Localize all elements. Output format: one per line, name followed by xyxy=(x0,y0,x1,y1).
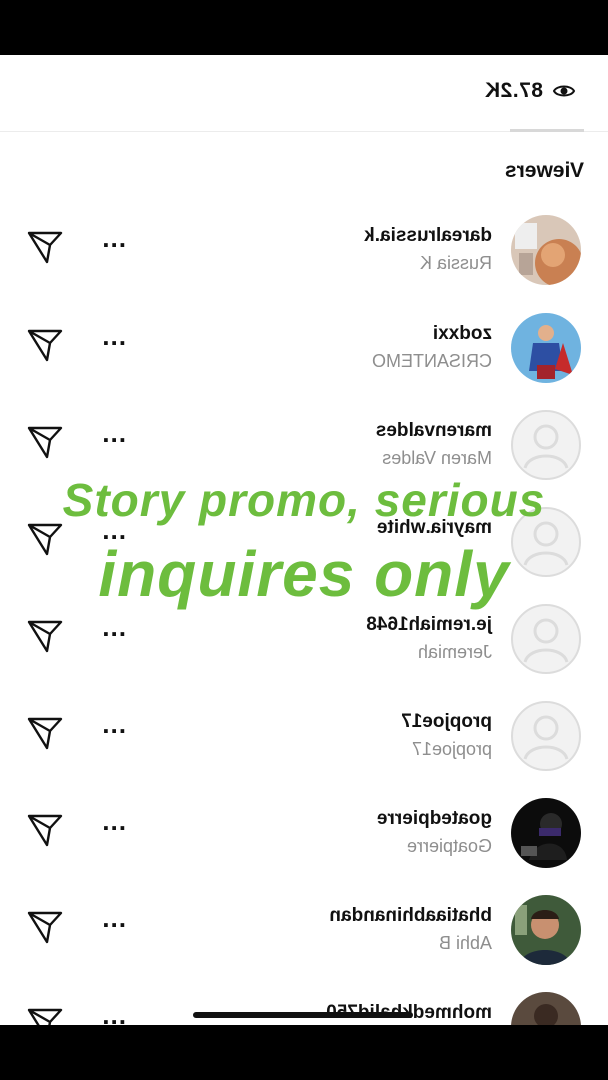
avatar[interactable] xyxy=(511,992,581,1025)
promo-overlay-line2: inquires only xyxy=(98,538,510,610)
viewer-username[interactable]: zodxxi xyxy=(433,323,492,345)
promo-overlay-line1: Story promo, serious xyxy=(62,474,546,526)
more-options-button[interactable]: ... xyxy=(101,321,126,352)
send-icon[interactable] xyxy=(26,812,64,848)
viewer-username[interactable]: propjoe17 xyxy=(401,711,492,733)
more-options-button[interactable]: ... xyxy=(101,223,126,254)
viewer-full-name: Abhi B xyxy=(438,933,492,953)
avatar[interactable] xyxy=(511,215,581,285)
send-icon[interactable] xyxy=(26,1006,64,1025)
eye-icon xyxy=(552,85,576,97)
story-viewers-screen: 87.2K Viewers darealrussia.k Russia K ..… xyxy=(0,55,608,1025)
viewer-username[interactable]: bhatiaabhinandan xyxy=(329,905,492,927)
more-options-button[interactable]: ... xyxy=(101,806,126,837)
viewer-row[interactable]: bhatiaabhinandan Abhi B ... xyxy=(0,895,608,985)
viewer-row[interactable]: propjoe17 propjoe17 ... xyxy=(0,701,608,791)
avatar[interactable] xyxy=(511,313,581,383)
viewer-full-name: Goatpierre xyxy=(406,836,492,856)
send-icon[interactable] xyxy=(26,618,64,654)
send-icon[interactable] xyxy=(26,715,64,751)
more-options-button[interactable]: ... xyxy=(101,903,126,934)
viewer-row[interactable]: goatedpierre Goatpierre ... xyxy=(0,798,608,888)
viewer-full-name: Russia K xyxy=(419,253,492,273)
viewer-username[interactable]: darealrussia.k xyxy=(364,225,492,247)
send-icon[interactable] xyxy=(26,327,64,363)
viewers-header: 87.2K xyxy=(0,55,608,132)
more-options-button[interactable]: ... xyxy=(101,612,126,643)
viewer-row[interactable]: mohmedkhalid750 ... xyxy=(0,992,608,1025)
send-icon[interactable] xyxy=(26,229,64,265)
viewer-username[interactable]: goatedpierre xyxy=(377,808,492,830)
viewer-username[interactable]: je.remiah1648 xyxy=(366,614,492,636)
more-options-button[interactable]: ... xyxy=(101,1000,126,1025)
avatar-placeholder[interactable] xyxy=(511,410,581,480)
viewer-full-name: Maren Valdes xyxy=(382,448,492,468)
mirrored-content: 87.2K Viewers darealrussia.k Russia K ..… xyxy=(0,55,608,1025)
viewer-username[interactable]: marenvaldes xyxy=(376,420,492,442)
viewer-full-name: CRISANTEMO xyxy=(371,351,492,371)
avatar[interactable] xyxy=(511,798,581,868)
send-icon[interactable] xyxy=(26,909,64,945)
avatar[interactable] xyxy=(511,895,581,965)
avatar-placeholder[interactable] xyxy=(511,701,581,771)
send-icon[interactable] xyxy=(26,424,64,460)
viewers-section-title: Viewers xyxy=(504,159,584,182)
view-count: 87.2K xyxy=(484,79,543,102)
viewer-row[interactable]: darealrussia.k Russia K ... xyxy=(0,215,608,305)
viewer-row[interactable]: zodxxi CRISANTEMO ... xyxy=(0,313,608,403)
avatar-placeholder[interactable] xyxy=(511,604,581,674)
more-options-button[interactable]: ... xyxy=(101,709,126,740)
more-options-button[interactable]: ... xyxy=(101,418,126,449)
viewer-full-name: propjoe17 xyxy=(411,739,492,759)
viewer-row[interactable]: je.remiah1648 Jeremiah ... xyxy=(0,604,608,694)
tab-indicator xyxy=(510,129,584,132)
viewer-full-name: Jeremiah xyxy=(417,642,492,662)
home-indicator[interactable] xyxy=(193,1012,413,1018)
